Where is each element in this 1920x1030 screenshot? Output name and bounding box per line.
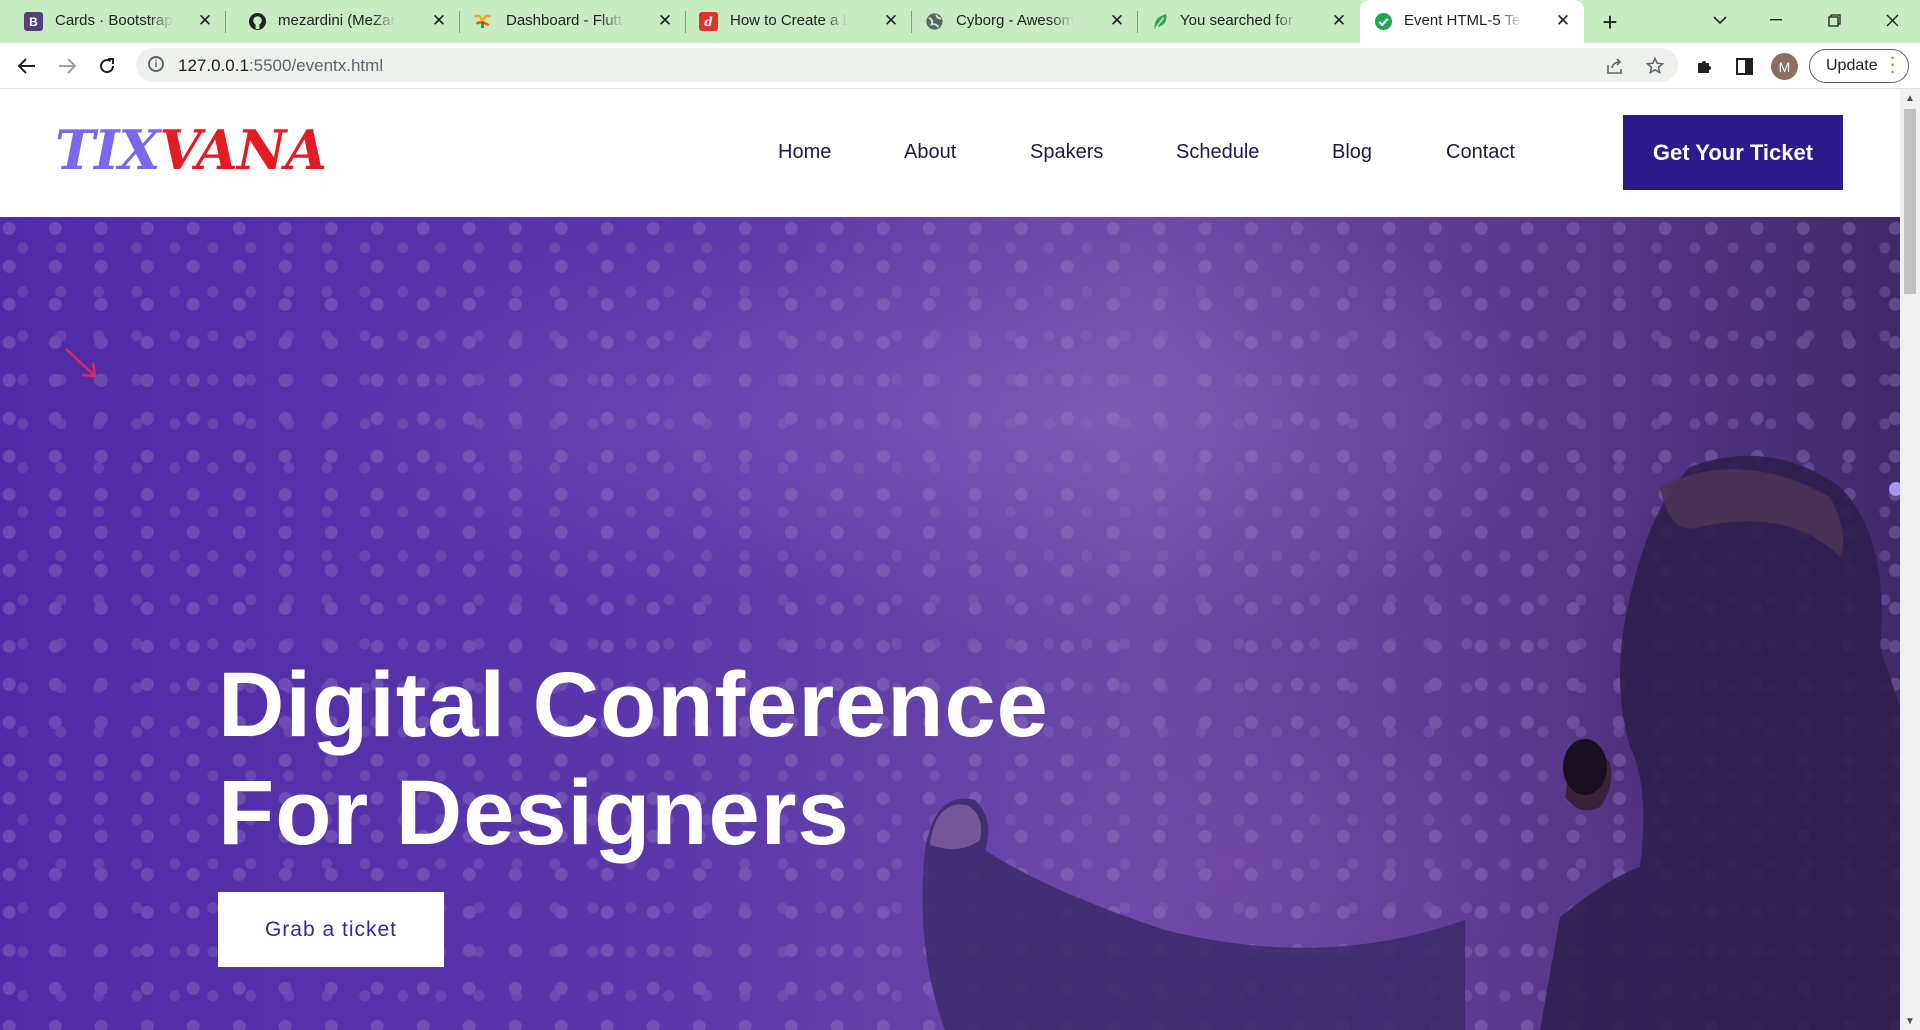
nav-about[interactable]: About: [904, 141, 956, 164]
scroll-down-icon[interactable]: ▼: [1904, 1014, 1916, 1028]
scroll-thumb[interactable]: [1904, 109, 1916, 294]
close-icon[interactable]: ✕: [880, 10, 902, 32]
nav-blog[interactable]: Blog: [1332, 141, 1372, 164]
bookmark-star-icon[interactable]: [1644, 55, 1666, 77]
share-icon[interactable]: [1604, 55, 1626, 77]
close-icon[interactable]: ✕: [1328, 10, 1350, 32]
nav-speakers[interactable]: Spakers: [1030, 141, 1103, 164]
minimize-icon[interactable]: [1748, 0, 1804, 40]
grab-ticket-button[interactable]: Grab a ticket: [218, 892, 444, 967]
tab-title: Cyborg - Awesome HTML: [956, 12, 1074, 29]
hero-heading-line-2: For Designers: [218, 761, 850, 864]
site-logo[interactable]: TIXVANA: [55, 117, 327, 183]
tab-title: mezardini (MeZardini): [278, 12, 396, 29]
browser-tab-strip: B Cards · Bootstrap ✕ mezardini (MeZardi…: [0, 0, 1920, 43]
bootstrap-icon: B: [24, 12, 43, 31]
tab-title: How to Create a Landing: [730, 12, 848, 29]
hero-heading-line-1: Digital Conference: [218, 653, 1049, 756]
nav-schedule[interactable]: Schedule: [1176, 141, 1259, 164]
close-icon[interactable]: ✕: [194, 10, 216, 32]
tab-search-icon[interactable]: [1692, 0, 1748, 40]
browser-tab-active[interactable]: Event HTML-5 Template ✕: [1360, 0, 1584, 43]
browser-tab[interactable]: You searched for event ✕: [1138, 0, 1360, 43]
browser-toolbar: i 127.0.0.1:5500/eventx.html M Update · ·…: [0, 43, 1920, 89]
browser-tab[interactable]: mezardini (MeZardini) ✕: [226, 0, 460, 43]
close-icon[interactable]: ✕: [428, 10, 450, 32]
speaker-silhouette-image: [1540, 455, 1900, 1030]
browser-tab[interactable]: Dashboard - Flutterwave ✕: [460, 0, 686, 43]
browser-tab[interactable]: B Cards · Bootstrap ✕: [0, 0, 226, 43]
new-tab-button[interactable]: +: [1596, 7, 1624, 37]
extensions-icon[interactable]: [1691, 53, 1717, 79]
nav-home[interactable]: Home: [778, 141, 831, 164]
logo-part-2: VANA: [159, 118, 327, 182]
close-window-icon[interactable]: [1864, 0, 1920, 40]
get-ticket-button[interactable]: Get Your Ticket: [1623, 115, 1843, 190]
page-viewport: TIXVANA Home About Spakers Schedule Blog…: [0, 89, 1900, 1030]
menu-dots-icon[interactable]: · · ·: [1890, 51, 1896, 81]
dev-icon: d: [699, 12, 718, 31]
profile-avatar[interactable]: M: [1771, 53, 1798, 80]
close-icon[interactable]: ✕: [654, 10, 676, 32]
close-icon[interactable]: ✕: [1106, 10, 1128, 32]
flutterwave-icon: [473, 12, 492, 31]
tab-title: You searched for event: [1180, 12, 1298, 29]
nav-contact[interactable]: Contact: [1446, 141, 1515, 164]
leaf-icon: [1151, 12, 1170, 31]
page-scrollbar[interactable]: ▲ ▼: [1900, 89, 1920, 1030]
tab-title: Event HTML-5 Template: [1404, 12, 1522, 29]
hero-section: Digital Conference For Designers Grab a …: [0, 217, 1900, 1030]
reload-icon[interactable]: [92, 51, 122, 81]
globe-icon: [925, 12, 944, 31]
browser-tab[interactable]: Cyborg - Awesome HTML ✕: [912, 0, 1138, 43]
dot-decoration: [1889, 482, 1900, 496]
tab-title: Cards · Bootstrap: [55, 12, 173, 29]
logo-part-1: TIX: [55, 118, 160, 182]
forward-icon[interactable]: [52, 51, 82, 81]
arrow-decoration-icon: [65, 348, 97, 378]
tab-title: Dashboard - Flutterwave: [506, 12, 624, 29]
restore-icon[interactable]: [1806, 0, 1862, 40]
address-bar[interactable]: i 127.0.0.1:5500/eventx.html: [136, 48, 1678, 82]
back-icon[interactable]: [12, 51, 42, 81]
hero-heading: Digital Conference For Designers: [218, 651, 1318, 867]
close-icon[interactable]: ✕: [1552, 10, 1574, 32]
site-header: TIXVANA Home About Spakers Schedule Blog…: [0, 89, 1900, 217]
address-url: 127.0.0.1:5500/eventx.html: [178, 56, 384, 75]
scroll-up-icon[interactable]: ▲: [1904, 91, 1916, 105]
browser-tab[interactable]: d How to Create a Landing ✕: [686, 0, 912, 43]
update-button[interactable]: Update · · ·: [1809, 49, 1909, 83]
side-panel-icon[interactable]: [1731, 53, 1757, 79]
github-icon: [248, 12, 267, 31]
check-circle-icon: [1374, 12, 1393, 31]
site-info-icon[interactable]: i: [148, 56, 164, 72]
update-label: Update: [1826, 57, 1878, 74]
